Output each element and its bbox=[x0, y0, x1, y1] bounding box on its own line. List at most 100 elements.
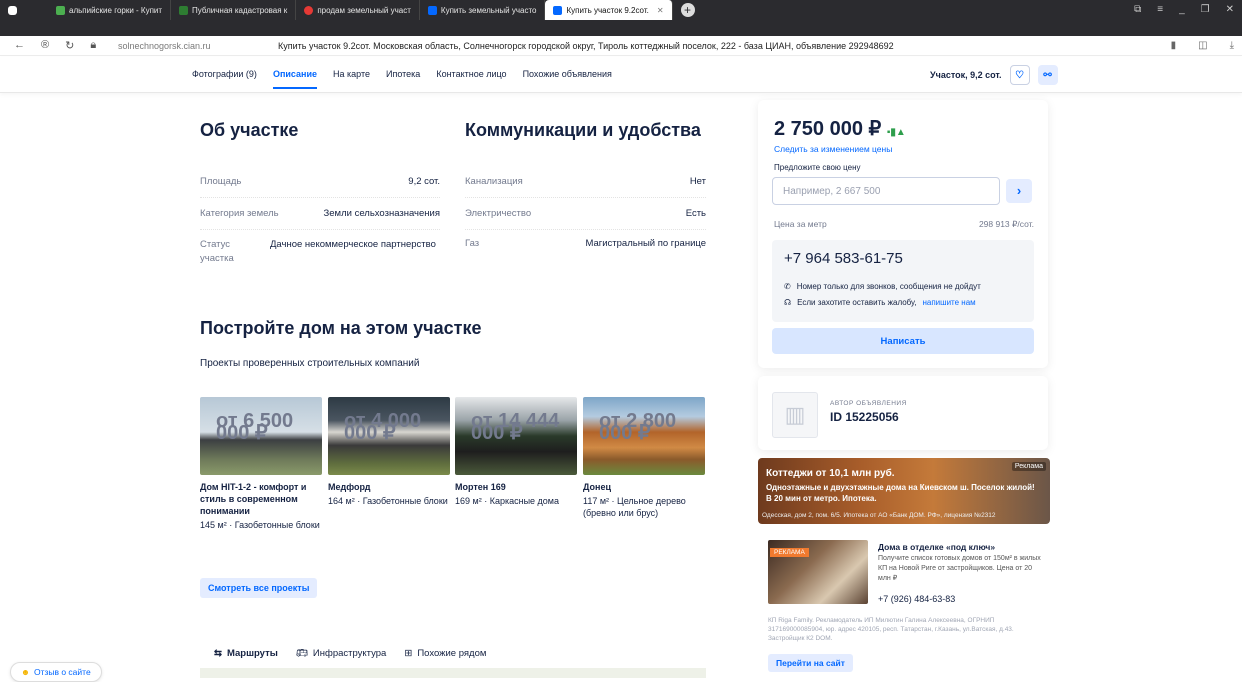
browser-menu-button[interactable] bbox=[0, 0, 48, 20]
about-title: Об участке bbox=[200, 120, 299, 140]
tabs-icon[interactable]: ⧉ bbox=[1134, 4, 1141, 15]
listing-price: 2 750 000 ₽ ▪▮▲ bbox=[774, 118, 906, 140]
reload-icon[interactable]: ↻ bbox=[65, 39, 74, 52]
write-us-link[interactable]: напишите нам bbox=[922, 298, 975, 307]
complaint-note: ☊ Если захотите оставить жалобу, напишите … bbox=[784, 298, 976, 307]
tab-strip: альпийские горки - Купит Публичная кадас… bbox=[0, 0, 1242, 20]
close-window-icon[interactable]: ✕ bbox=[1226, 4, 1234, 15]
map-tabs: ⇆ Маршруты 🚌︎ Инфраструктура ⊞ Похожие рядо… bbox=[214, 648, 486, 659]
url-page-title[interactable]: Купить участок 9.2сот. Московская област… bbox=[278, 41, 894, 51]
tab-favicon-icon bbox=[427, 5, 437, 15]
author-card[interactable]: ▥ АВТОР ОБЪЯВЛЕНИЯ ID 15225056 bbox=[758, 376, 1048, 450]
tab-0[interactable]: альпийские горки - Купит bbox=[48, 0, 172, 20]
tab-3[interactable]: Купить земельный участо bbox=[420, 0, 546, 20]
ad-banner-cottages[interactable]: Реклама Коттеджи от 10,1 млн руб. Одноэт… bbox=[758, 458, 1050, 524]
ad-block-turnkey: РЕКЛАМА Дома в отделке «под ключ» Получи… bbox=[758, 530, 1050, 678]
tab-2[interactable]: продам земельный участ bbox=[296, 0, 420, 20]
offer-label: Предложите свою цену bbox=[774, 163, 861, 172]
feedback-button[interactable]: ☻ Отзыв о сайте bbox=[10, 662, 102, 682]
phone-icon: ✆ bbox=[784, 282, 791, 291]
subnav-photos[interactable]: Фотографии (9) bbox=[192, 69, 257, 89]
author-caption: АВТОР ОБЪЯВЛЕНИЯ bbox=[830, 400, 907, 407]
project-card[interactable]: Дом HIT-1-2 - комфорт и стиль в современ… bbox=[200, 397, 322, 531]
tab-favicon-icon bbox=[304, 5, 314, 15]
ad-tag: РЕКЛАМА bbox=[770, 548, 809, 557]
phone-box: +7 964 583-61-75 ✆ Номер только для звонк… bbox=[772, 240, 1034, 322]
tab-close-icon[interactable]: ✕ bbox=[657, 6, 664, 15]
extensions-icon[interactable]: ◫ bbox=[1198, 40, 1207, 51]
favorite-heart-icon[interactable]: ♡ bbox=[1009, 65, 1030, 85]
utilities-title: Коммуникации и удобства bbox=[465, 120, 701, 140]
subnav-similar[interactable]: Похожие объявления bbox=[523, 69, 612, 89]
ad-text: Получите список готовых домов от 150м² в… bbox=[878, 555, 1041, 582]
tab-routes[interactable]: ⇆ Маршруты bbox=[214, 648, 278, 659]
ad-footnote: Одесская, дом 2, пом. 6/5. Ипотека от АО… bbox=[762, 512, 996, 519]
util-row-gas: Газ Магистральный по границе bbox=[465, 238, 706, 249]
routes-icon: ⇆ bbox=[214, 648, 222, 659]
restore-icon[interactable]: ❐ bbox=[1201, 4, 1210, 15]
tab-favicon-icon bbox=[179, 5, 189, 15]
browser-chrome: альпийские горки - Купит Публичная кадас… bbox=[0, 0, 1242, 36]
phone-note: ✆ Номер только для звонков, сообщения не … bbox=[784, 282, 981, 291]
headset-icon: ☊ bbox=[784, 298, 792, 307]
tab-similar-nearby[interactable]: ⊞ Похожие рядом bbox=[404, 648, 486, 659]
write-message-button[interactable]: Написать bbox=[772, 328, 1034, 354]
price-panel: 2 750 000 ₽ ▪▮▲ Следить за изменением це… bbox=[758, 100, 1048, 368]
about-row-category: Категория земель Земли сельхозназначения bbox=[200, 208, 440, 230]
util-row-electricity: Электричество Есть bbox=[465, 208, 706, 230]
tab-infrastructure[interactable]: 🚌︎ Инфраструктура bbox=[296, 648, 386, 659]
project-card[interactable]: Медфорд от 4 000 000 ₽ 164 м² · Газобето… bbox=[328, 397, 450, 507]
util-row-sewage: Канализация Нет bbox=[465, 176, 706, 198]
back-icon[interactable]: ← bbox=[14, 39, 25, 52]
subnav-map[interactable]: На карте bbox=[333, 69, 370, 89]
map-preview[interactable] bbox=[200, 668, 706, 678]
ad-title: Коттеджи от 10,1 млн руб. bbox=[766, 468, 895, 479]
listing-summary: Участок, 9,2 сот. bbox=[930, 70, 1002, 80]
tab-1[interactable]: Публичная кадастровая к bbox=[171, 0, 297, 20]
ad-tag: Реклама bbox=[1011, 462, 1046, 471]
ad-text: Одноэтажные и двухэтажные дома на Киевск… bbox=[766, 483, 1035, 503]
ad-phone[interactable]: +7 (926) 484-63-83 bbox=[878, 594, 955, 604]
price-chart-icon[interactable]: ▪▮▲ bbox=[887, 127, 906, 138]
subnav-contact[interactable]: Контактное лицо bbox=[436, 69, 506, 89]
menu-icon[interactable]: ≡ bbox=[1157, 4, 1163, 15]
url-domain[interactable]: solnechnogorsk.cian.ru bbox=[118, 41, 278, 51]
new-tab-button[interactable]: + bbox=[680, 3, 695, 17]
subnav-mortgage[interactable]: Ипотека bbox=[386, 69, 420, 89]
reader-icon[interactable]: ® bbox=[41, 39, 49, 52]
ad-legal: КП Riga Family. Рекламодатель ИП Милютин… bbox=[768, 617, 1014, 642]
lock-icon: 🔒︎ bbox=[90, 39, 97, 51]
follow-price-link[interactable]: Следить за изменением цены bbox=[774, 144, 892, 154]
grid-icon: ⊞ bbox=[404, 648, 413, 659]
ad-go-button[interactable]: Перейти на сайт bbox=[768, 654, 853, 672]
download-icon[interactable]: ⤓ bbox=[1230, 40, 1234, 51]
window-controls: ⧉ ≡ _ ❐ ✕ bbox=[1134, 4, 1234, 15]
project-card[interactable]: Мортен 169 от 14 444 000 ₽ 169 м² · Карк… bbox=[455, 397, 577, 507]
tab-favicon-icon bbox=[56, 5, 65, 15]
share-icon[interactable]: ⚯ bbox=[1037, 65, 1058, 85]
bookmark-icon[interactable]: ▮ bbox=[1171, 40, 1177, 51]
offer-price-input[interactable]: Например, 2 667 500 bbox=[772, 177, 1000, 205]
browser-logo-icon bbox=[8, 5, 17, 15]
price-per-unit: Цена за метр 298 913 ₽/сот. bbox=[774, 219, 1034, 229]
subnav-description[interactable]: Описание bbox=[272, 69, 318, 89]
ad-title[interactable]: Дома в отделке «под ключ» bbox=[878, 542, 995, 552]
address-actions: ▮ ◫ ⤓ bbox=[1171, 40, 1234, 51]
tab-favicon-icon bbox=[553, 5, 563, 15]
bus-icon: 🚌︎ bbox=[295, 648, 308, 659]
phone-number[interactable]: +7 964 583-61-75 bbox=[784, 250, 903, 267]
build-subtitle: Проекты проверенных строительных компани… bbox=[200, 358, 420, 369]
author-id: ID 15225056 bbox=[830, 410, 899, 424]
build-title: Постройте дом на этом участке bbox=[200, 318, 482, 338]
about-row-status: Статус участка Дачное некоммерческое парт… bbox=[200, 239, 436, 264]
offer-submit-chevron-icon[interactable]: › bbox=[1006, 179, 1032, 203]
minimize-icon[interactable]: _ bbox=[1179, 4, 1185, 15]
listing-subnav: Фотографии (9) Описание На карте Ипотека… bbox=[0, 57, 1242, 93]
address-bar: ← ® ↻ 🔒︎ solnechnogorsk.cian.ru Купить у… bbox=[0, 36, 1242, 56]
all-projects-button[interactable]: Смотреть все проекты bbox=[200, 578, 318, 598]
author-building-icon: ▥ bbox=[772, 392, 818, 438]
project-card[interactable]: Донец от 2 800 000 ₽ 117 м² · Цельное де… bbox=[583, 397, 705, 519]
tab-4-active[interactable]: Купить участок 9.2сот. ✕ bbox=[545, 0, 673, 20]
nav-buttons: ← ® ↻ 🔒︎ bbox=[0, 39, 110, 52]
about-row-area: Площадь 9,2 сот. bbox=[200, 176, 440, 198]
